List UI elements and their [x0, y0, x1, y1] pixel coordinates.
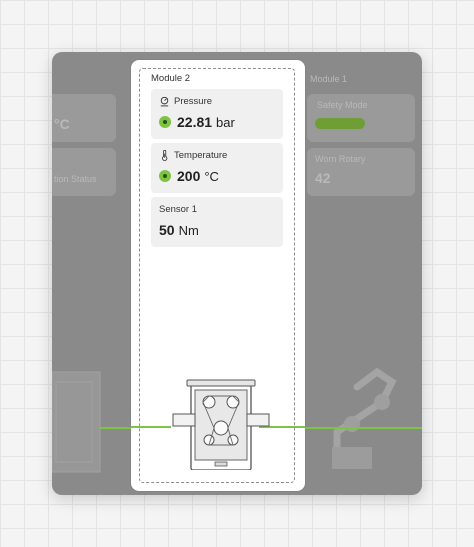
module-detail-panel: Module 2 Pressure 22.81 bar Temperature: [131, 60, 305, 491]
sensor-1-label: Sensor 1: [159, 204, 198, 215]
pressure-gauge-icon: [160, 96, 169, 107]
pressure-card[interactable]: Pressure 22.81 bar: [151, 89, 283, 139]
conveyor-machine-icon: [172, 379, 270, 470]
temperature-card[interactable]: Temperature 200 °C: [151, 143, 283, 193]
sensor-1-unit: Nm: [178, 223, 199, 238]
status-ok-icon: [159, 170, 171, 182]
temperature-unit: °C: [204, 169, 219, 184]
sensor-1-value: 50: [159, 222, 175, 238]
pressure-label: Pressure: [174, 96, 213, 107]
pressure-value: 22.81: [177, 114, 213, 130]
module-title: Module 2: [151, 73, 191, 84]
conveyor-line-left: [100, 427, 132, 429]
conveyor-line-right: [304, 427, 422, 429]
conveyor-line-in: [131, 426, 171, 428]
thermometer-icon: [162, 150, 168, 161]
pressure-unit: bar: [216, 115, 235, 130]
sensor-1-card[interactable]: Sensor 1 50 Nm: [151, 197, 283, 247]
temperature-label: Temperature: [174, 150, 228, 161]
status-ok-icon: [159, 116, 171, 128]
temperature-value: 200: [177, 168, 201, 184]
